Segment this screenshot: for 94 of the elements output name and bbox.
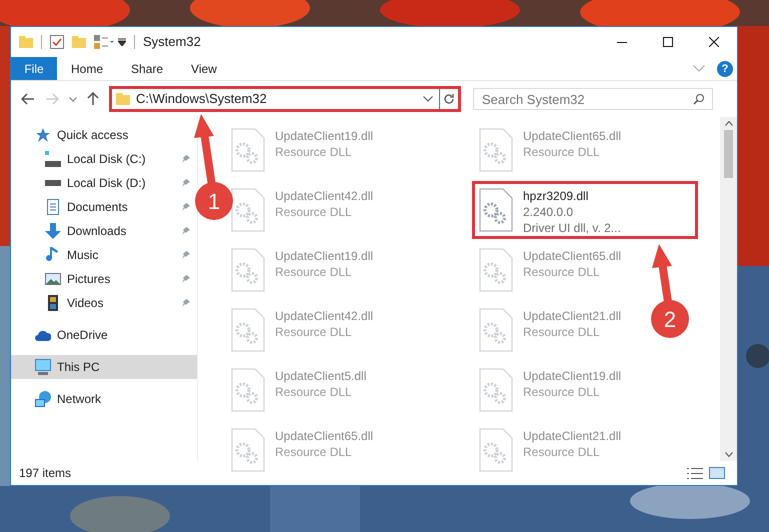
monitor-icon: [35, 359, 51, 375]
file-name: UpdateClient5.dll: [275, 368, 366, 384]
file-name: UpdateClient19.dll: [275, 248, 374, 264]
network-icon: [35, 391, 51, 407]
sidebar-item[interactable]: Local Disk (C:): [11, 147, 197, 171]
file-name: UpdateClient42.dll: [275, 188, 374, 204]
pin-icon: [181, 178, 191, 188]
file-name: UpdateClient21.dll: [523, 308, 622, 324]
sidebar-item[interactable]: This PC: [11, 355, 197, 379]
file-name: UpdateClient65.dll: [275, 428, 374, 444]
ribbon-tab[interactable]: Home: [57, 57, 118, 80]
scrollbar[interactable]: [720, 117, 737, 461]
folder-icon: [116, 93, 130, 105]
dll-file-icon: [479, 128, 513, 172]
item-count: 197 items: [19, 465, 72, 482]
file-detail: Resource DLL: [275, 204, 353, 220]
file-detail: Resource DLL: [523, 444, 601, 460]
file-detail: Resource DLL: [275, 444, 353, 460]
picture-icon: [45, 271, 61, 287]
file-name: UpdateClient42.dll: [275, 308, 374, 324]
scrollbar-thumb[interactable]: [724, 130, 733, 178]
pin-icon: [181, 298, 191, 308]
dll-file-icon: [231, 128, 265, 172]
dll-file-icon: [479, 368, 513, 412]
details-view-icon[interactable]: [687, 468, 703, 478]
highlighted-file[interactable]: hpzr3209.dll 2.240.0.0 Driver UI dll, v. 2...: [472, 181, 698, 239]
file-name: UpdateClient65.dll: [523, 128, 622, 144]
thumbnail-view-icon[interactable]: [709, 467, 725, 479]
document-icon: [45, 199, 61, 215]
drive-icon: [45, 180, 61, 186]
pin-icon: [181, 250, 191, 260]
file-detail: Resource DLL: [523, 324, 601, 340]
up-arrow-icon[interactable]: [87, 92, 99, 106]
search-icon: [693, 93, 705, 105]
pin-icon: [181, 274, 191, 284]
refresh-icon[interactable]: [443, 93, 455, 105]
file-detail: Resource DLL: [523, 384, 601, 400]
file-name: UpdateClient19.dll: [523, 368, 622, 384]
download-icon: [45, 223, 61, 239]
checklist-icon[interactable]: [50, 35, 64, 49]
pin-icon: [181, 154, 191, 164]
ribbon-tab[interactable]: View: [177, 57, 231, 80]
sidebar-item[interactable]: Local Disk (D:): [11, 171, 197, 195]
sidebar-item[interactable]: Network: [11, 387, 197, 411]
close-icon: [709, 37, 719, 47]
chevron-down-icon[interactable]: [423, 96, 433, 102]
sidebar-item[interactable]: OneDrive: [11, 323, 197, 347]
window-title: System32: [143, 33, 201, 52]
sidebar-item[interactable]: Quick access: [11, 123, 197, 147]
dll-file-icon: [231, 368, 265, 412]
file-detail: Resource DLL: [275, 384, 353, 400]
file-name: UpdateClient21.dll: [523, 428, 622, 444]
back-arrow-icon[interactable]: [21, 93, 35, 105]
sidebar-item[interactable]: Documents: [11, 195, 197, 219]
sidebar-item[interactable]: Videos: [11, 291, 197, 315]
star-icon: [35, 127, 51, 143]
search-field[interactable]: Search System32: [473, 88, 713, 110]
file-name: UpdateClient19.dll: [275, 128, 374, 144]
sidebar-item[interactable]: Pictures: [11, 267, 197, 291]
pin-icon: [181, 202, 191, 212]
pin-icon: [181, 226, 191, 236]
sidebar-item[interactable]: Music: [11, 243, 197, 267]
dll-file-icon: [479, 308, 513, 352]
music-note-icon: [45, 247, 61, 263]
file-detail: Resource DLL: [275, 324, 353, 340]
drive-icon: [45, 151, 61, 167]
chevron-down-icon[interactable]: [69, 96, 77, 102]
file-detail: 2.240.0.0: [523, 204, 574, 220]
file-detail: Driver UI dll, v. 2...: [523, 220, 621, 236]
file-detail: Resource DLL: [523, 264, 601, 280]
file-detail: Resource DLL: [523, 144, 601, 160]
file-name: UpdateClient65.dll: [523, 248, 622, 264]
scroll-down-icon[interactable]: [724, 452, 732, 457]
dll-file-icon: [479, 188, 513, 232]
file-detail: Resource DLL: [275, 144, 353, 160]
dll-file-icon: [479, 428, 513, 472]
dropdown-icon[interactable]: [118, 38, 126, 46]
file-detail: Resource DLL: [275, 264, 353, 280]
dll-file-icon: [231, 428, 265, 472]
dll-file-icon: [231, 188, 265, 232]
dll-file-icon: [231, 248, 265, 292]
maximize-icon: [663, 37, 673, 47]
scroll-up-icon[interactable]: [724, 121, 732, 126]
sidebar-item[interactable]: Downloads: [11, 219, 197, 243]
address-path: C:\Windows\System32: [136, 90, 267, 108]
film-icon: [45, 295, 61, 311]
help-button[interactable]: ?: [717, 60, 733, 76]
dll-file-icon: [231, 308, 265, 352]
file-name: hpzr3209.dll: [523, 188, 590, 204]
dll-file-icon: [479, 248, 513, 292]
address-bar[interactable]: C:\Windows\System32: [109, 86, 461, 112]
annotation-arrow: [652, 244, 672, 303]
file-menu-button[interactable]: File: [11, 57, 57, 80]
ribbon-tab[interactable]: Share: [117, 57, 178, 80]
